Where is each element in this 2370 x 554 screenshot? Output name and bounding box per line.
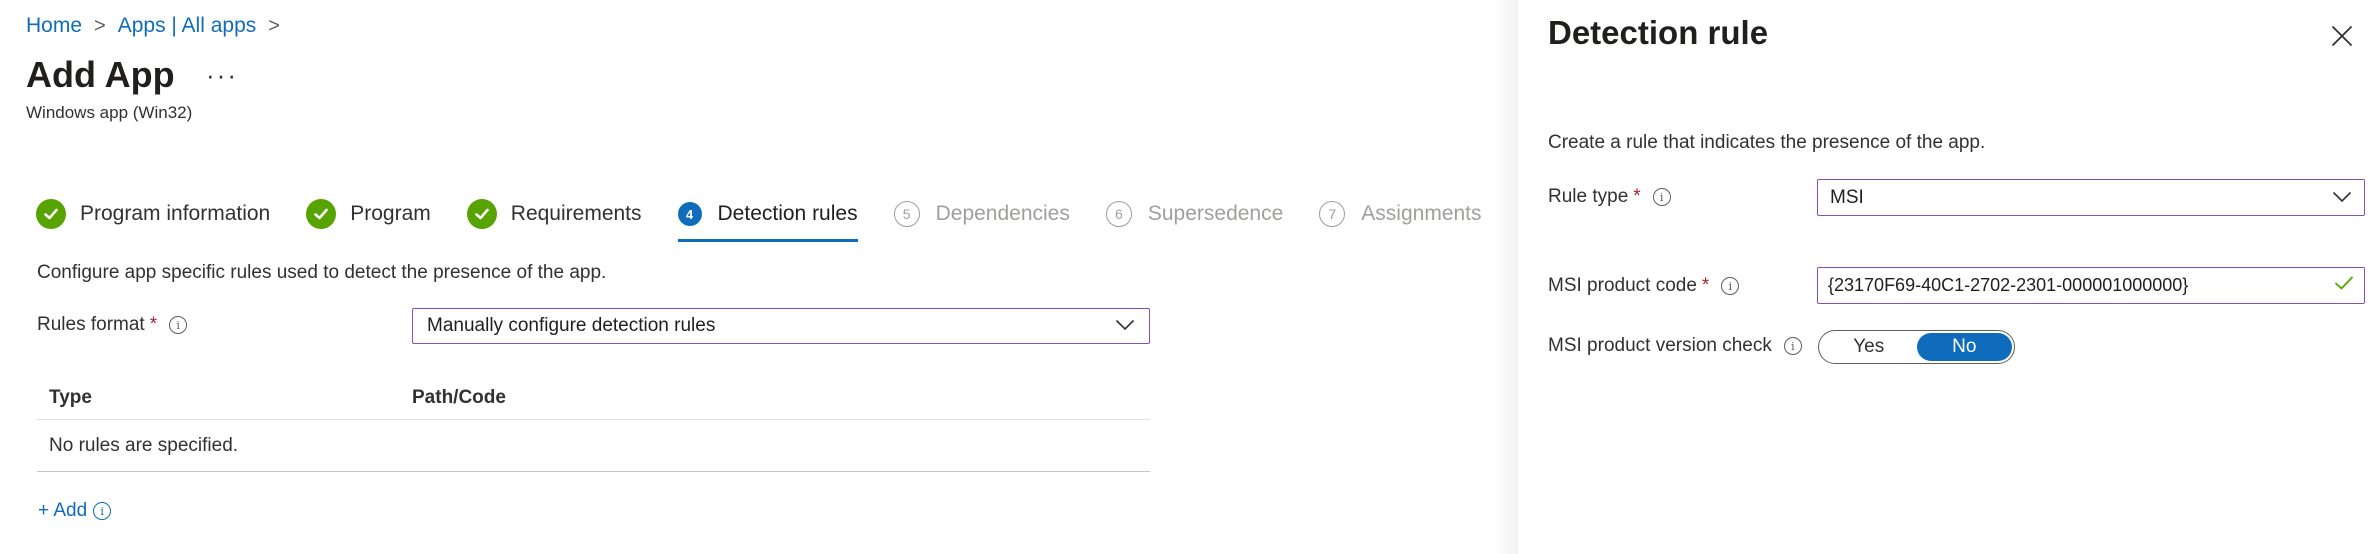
- empty-table-message: No rules are specified.: [49, 434, 239, 456]
- info-icon[interactable]: i: [169, 316, 188, 334]
- info-icon[interactable]: i: [1721, 277, 1740, 295]
- column-header-path-code: Path/Code: [412, 386, 506, 408]
- table-empty-row: No rules are specified.: [37, 420, 1150, 472]
- checkmark-icon: [36, 199, 66, 229]
- add-app-page: Home > Apps | All apps > Add App ··· Win…: [0, 0, 1544, 554]
- step-requirements[interactable]: Requirements: [466, 194, 642, 234]
- required-asterisk: *: [149, 314, 158, 335]
- step-detection-rules[interactable]: 4 Detection rules: [677, 194, 858, 242]
- breadcrumb: Home > Apps | All apps >: [26, 14, 292, 38]
- step-label: Detection rules: [717, 202, 858, 225]
- rule-type-value: MSI: [1830, 186, 1864, 208]
- detection-rules-table: Type Path/Code No rules are specified.: [37, 376, 1150, 472]
- required-asterisk: *: [1701, 275, 1710, 296]
- rule-type-field-label: Rule type * i: [1548, 186, 1671, 208]
- close-icon[interactable]: [2330, 24, 2354, 48]
- step-number: 7: [1319, 201, 1346, 227]
- panel-shadow: [1494, 0, 1518, 554]
- step-program[interactable]: Program: [306, 194, 431, 234]
- msi-product-code-field-label: MSI product code * i: [1548, 275, 1740, 297]
- active-step-underline: [677, 239, 858, 242]
- step-label: Supersedence: [1147, 202, 1284, 225]
- table-header: Type Path/Code: [37, 376, 1150, 420]
- step-label: Assignments: [1361, 202, 1482, 225]
- step-app-information[interactable]: Program information: [36, 194, 270, 234]
- step-number: 4: [677, 202, 702, 226]
- more-options-button[interactable]: ···: [206, 60, 238, 91]
- rules-format-dropdown[interactable]: Manually configure detection rules: [412, 308, 1150, 344]
- add-rule-label: + Add: [38, 500, 88, 521]
- version-check-label: MSI product version check: [1548, 335, 1772, 356]
- detection-rule-panel: Detection rule Create a rule that indica…: [1518, 0, 2370, 554]
- required-asterisk: *: [1633, 186, 1641, 207]
- chevron-down-icon: [2332, 187, 2352, 209]
- version-check-field-label: MSI product version check i: [1548, 335, 1802, 357]
- add-rule-link[interactable]: + Add i: [38, 500, 112, 522]
- step-supersedence[interactable]: 6 Supersedence: [1105, 194, 1284, 234]
- rules-format-label: Rules format: [37, 314, 145, 335]
- rules-format-field-label: Rules format * i: [37, 314, 188, 336]
- valid-checkmark-icon: [2334, 275, 2354, 296]
- step-assignments[interactable]: 7 Assignments: [1319, 194, 1482, 234]
- breadcrumb-separator: >: [268, 14, 280, 37]
- rule-type-dropdown[interactable]: MSI: [1817, 179, 2365, 216]
- wizard-steps: Program information Program Requirements…: [36, 194, 1596, 242]
- step-number: 5: [893, 201, 920, 227]
- step-label: Requirements: [510, 202, 642, 225]
- msi-product-code-label: MSI product code: [1548, 275, 1697, 296]
- rules-format-value: Manually configure detection rules: [427, 315, 716, 336]
- msi-product-code-value: {23170F69-40C1-2702-2301-000001000000}: [1828, 275, 2189, 295]
- page-subtitle: Windows app (Win32): [26, 103, 193, 122]
- detection-description: Configure app specific rules used to det…: [37, 262, 607, 283]
- breadcrumb-apps[interactable]: Apps | All apps: [118, 14, 257, 38]
- toggle-option-yes[interactable]: Yes: [1821, 333, 1917, 361]
- step-label: Program information: [80, 202, 271, 225]
- chevron-down-icon: [1115, 315, 1135, 337]
- column-header-type: Type: [49, 386, 92, 408]
- screen: Home > Apps | All apps > Add App ··· Win…: [0, 0, 2370, 554]
- toggle-option-no[interactable]: No: [1916, 333, 2012, 361]
- checkmark-icon: [306, 199, 337, 229]
- version-check-toggle[interactable]: Yes No: [1818, 330, 2015, 364]
- msi-product-code-input[interactable]: {23170F69-40C1-2702-2301-000001000000}: [1817, 267, 2365, 304]
- breadcrumb-home[interactable]: Home: [26, 14, 82, 38]
- panel-description: Create a rule that indicates the presenc…: [1548, 132, 1986, 153]
- panel-title: Detection rule: [1548, 14, 1769, 51]
- page-title: Add App: [26, 54, 175, 95]
- info-icon[interactable]: i: [1652, 188, 1671, 206]
- breadcrumb-separator: >: [94, 14, 106, 37]
- step-label: Program: [350, 202, 431, 225]
- step-number: 6: [1105, 201, 1132, 227]
- info-icon[interactable]: i: [1783, 337, 1802, 355]
- info-icon[interactable]: i: [93, 502, 112, 520]
- step-label: Dependencies: [935, 202, 1070, 225]
- step-dependencies[interactable]: 5 Dependencies: [893, 194, 1070, 234]
- checkmark-icon: [466, 199, 497, 229]
- rule-type-label: Rule type: [1548, 186, 1629, 207]
